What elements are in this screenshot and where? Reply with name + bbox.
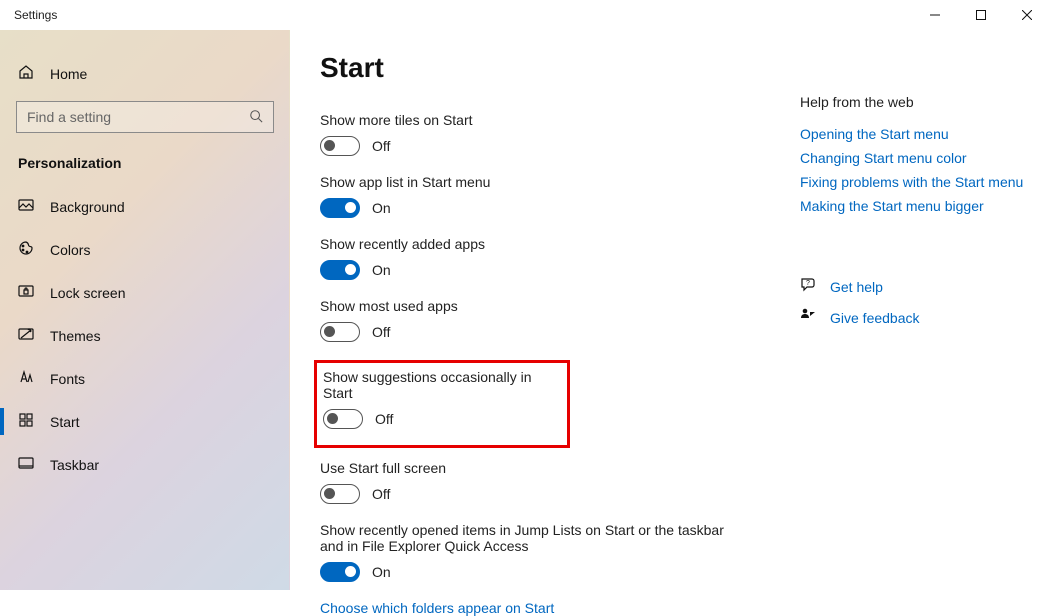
- sidebar-item-taskbar[interactable]: Taskbar: [0, 443, 289, 486]
- search-icon: [249, 109, 263, 126]
- setting-full-screen: Use Start full screen Off: [320, 460, 780, 504]
- titlebar: Settings: [0, 0, 1050, 30]
- page-title: Start: [320, 52, 780, 84]
- sidebar-item-themes[interactable]: Themes: [0, 314, 289, 357]
- setting-jump-lists: Show recently opened items in Jump Lists…: [320, 522, 780, 582]
- sidebar-item-colors[interactable]: Colors: [0, 228, 289, 271]
- lock-screen-icon: [18, 283, 34, 302]
- toggle-most-used[interactable]: [320, 322, 360, 342]
- sidebar-item-start[interactable]: Start: [0, 400, 289, 443]
- setting-label: Show suggestions occasionally in Start: [323, 369, 557, 401]
- minimize-button[interactable]: [912, 0, 958, 30]
- sidebar-item-label: Fonts: [50, 371, 85, 387]
- setting-label: Show most used apps: [320, 298, 780, 314]
- toggle-state: Off: [372, 138, 390, 154]
- maximize-button[interactable]: [958, 0, 1004, 30]
- sidebar-item-label: Lock screen: [50, 285, 125, 301]
- svg-text:?: ?: [806, 280, 810, 287]
- sidebar-item-label: Start: [50, 414, 80, 430]
- toggle-more-tiles[interactable]: [320, 136, 360, 156]
- home-icon: [18, 64, 34, 83]
- sidebar-item-label: Colors: [50, 242, 90, 258]
- content: Start Show more tiles on Start Off Show …: [290, 30, 1050, 590]
- window-title: Settings: [14, 8, 57, 22]
- toggle-state: Off: [372, 324, 390, 340]
- get-help-row: ? Get help: [800, 276, 1040, 297]
- setting-most-used: Show most used apps Off: [320, 298, 780, 342]
- toggle-state: Off: [372, 486, 390, 502]
- background-icon: [18, 197, 34, 216]
- help-link[interactable]: Making the Start menu bigger: [800, 198, 1040, 214]
- sidebar-item-label: Background: [50, 199, 125, 215]
- toggle-state: On: [372, 200, 391, 216]
- help-header: Help from the web: [800, 94, 1040, 110]
- help-link[interactable]: Changing Start menu color: [800, 150, 1040, 166]
- feedback-row: Give feedback: [800, 307, 1040, 328]
- setting-label: Show more tiles on Start: [320, 112, 780, 128]
- themes-icon: [18, 326, 34, 345]
- sidebar-item-lock-screen[interactable]: Lock screen: [0, 271, 289, 314]
- setting-recent-apps: Show recently added apps On: [320, 236, 780, 280]
- choose-folders-link[interactable]: Choose which folders appear on Start: [320, 600, 780, 616]
- feedback-icon: [800, 307, 816, 328]
- setting-label: Show recently added apps: [320, 236, 780, 252]
- toggle-state: Off: [375, 411, 393, 427]
- nav-home[interactable]: Home: [0, 54, 289, 93]
- get-help-link[interactable]: Get help: [830, 279, 883, 295]
- setting-app-list: Show app list in Start menu On: [320, 174, 780, 218]
- sidebar-item-label: Themes: [50, 328, 101, 344]
- sidebar: Home Find a setting Personalization Back…: [0, 30, 290, 590]
- sidebar-item-label: Taskbar: [50, 457, 99, 473]
- get-help-icon: ?: [800, 276, 816, 297]
- sidebar-category: Personalization: [0, 145, 289, 185]
- help-link[interactable]: Opening the Start menu: [800, 126, 1040, 142]
- close-button[interactable]: [1004, 0, 1050, 30]
- setting-label: Show recently opened items in Jump Lists…: [320, 522, 740, 554]
- feedback-link[interactable]: Give feedback: [830, 310, 920, 326]
- setting-label: Show app list in Start menu: [320, 174, 780, 190]
- setting-label: Use Start full screen: [320, 460, 780, 476]
- setting-more-tiles: Show more tiles on Start Off: [320, 112, 780, 156]
- nav-home-label: Home: [50, 66, 87, 82]
- setting-suggestions: Show suggestions occasionally in Start O…: [323, 369, 557, 429]
- toggle-full-screen[interactable]: [320, 484, 360, 504]
- sidebar-item-fonts[interactable]: Fonts: [0, 357, 289, 400]
- toggle-recent-apps[interactable]: [320, 260, 360, 280]
- toggle-suggestions[interactable]: [323, 409, 363, 429]
- caption-buttons: [912, 0, 1050, 30]
- toggle-state: On: [372, 564, 391, 580]
- help-link[interactable]: Fixing problems with the Start menu: [800, 174, 1040, 190]
- settings-column: Start Show more tiles on Start Off Show …: [320, 52, 780, 590]
- toggle-state: On: [372, 262, 391, 278]
- taskbar-icon: [18, 455, 34, 474]
- toggle-jump-lists[interactable]: [320, 562, 360, 582]
- fonts-icon: [18, 369, 34, 388]
- sidebar-item-background[interactable]: Background: [0, 185, 289, 228]
- help-column: Help from the web Opening the Start menu…: [780, 52, 1040, 590]
- search-placeholder: Find a setting: [27, 109, 111, 125]
- highlight-suggestions: Show suggestions occasionally in Start O…: [314, 360, 570, 448]
- search-input[interactable]: Find a setting: [16, 101, 274, 133]
- colors-icon: [18, 240, 34, 259]
- start-icon: [18, 412, 34, 431]
- toggle-app-list[interactable]: [320, 198, 360, 218]
